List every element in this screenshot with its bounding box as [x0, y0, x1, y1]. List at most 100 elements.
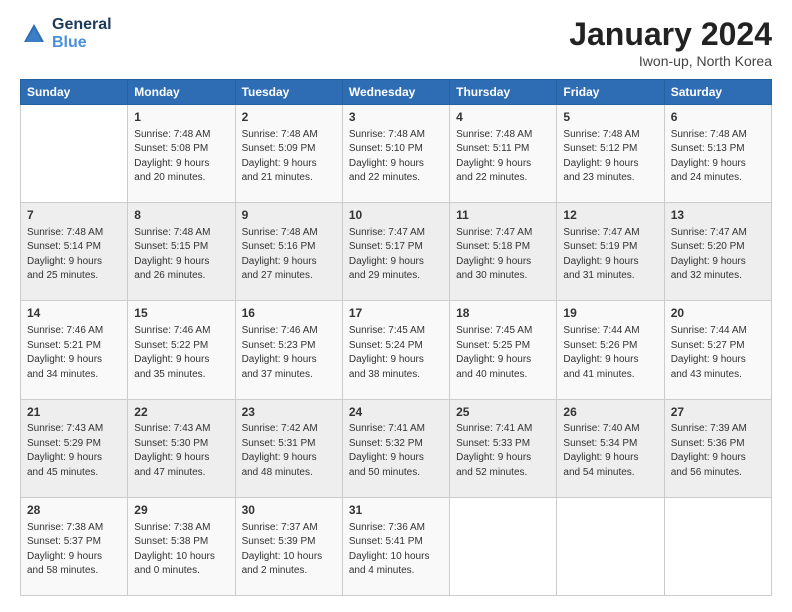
- day-number: 5: [563, 109, 657, 126]
- day-info: Sunrise: 7:41 AMSunset: 5:32 PMDaylight:…: [349, 422, 443, 480]
- calendar-day-cell: [557, 497, 664, 595]
- calendar-week-row: 28 Sunrise: 7:38 AMSunset: 5:37 PMDayligh…: [21, 497, 772, 595]
- calendar-day-cell: 26Sunrise: 7:40 AMSunset: 5:34 PMDayligh…: [557, 399, 664, 497]
- calendar-day-cell: 21Sunrise: 7:43 AMSunset: 5:29 PMDayligh…: [21, 399, 128, 497]
- calendar-day-cell: 29 Sunrise: 7:38 AMSunset: 5:38 PMDayligh…: [128, 497, 235, 595]
- day-info: Sunrise: 7:45 AMSunset: 5:24 PMDaylight:…: [349, 324, 443, 382]
- calendar-week-row: 14 Sunrise: 7:46 AMSunset: 5:21 PMDayligh…: [21, 301, 772, 399]
- calendar-day-cell: 13 Sunrise: 7:47 AMSunset: 5:20 PMDayligh…: [664, 203, 771, 301]
- calendar-day-cell: 22Sunrise: 7:43 AMSunset: 5:30 PMDayligh…: [128, 399, 235, 497]
- day-info: Sunrise: 7:48 AMSunset: 5:10 PMDaylight:…: [349, 128, 443, 186]
- day-info: Sunrise: 7:47 AMSunset: 5:19 PMDaylight:…: [563, 226, 657, 284]
- month-title: January 2024: [569, 16, 772, 53]
- logo-icon: [20, 20, 48, 48]
- calendar-day-cell: 2Sunrise: 7:48 AMSunset: 5:09 PMDaylight…: [235, 105, 342, 203]
- day-number: 22: [134, 404, 228, 421]
- day-info: Sunrise: 7:42 AMSunset: 5:31 PMDaylight:…: [242, 422, 336, 480]
- day-number: 20: [671, 305, 765, 322]
- calendar-week-row: 21Sunrise: 7:43 AMSunset: 5:29 PMDayligh…: [21, 399, 772, 497]
- location: Iwon-up, North Korea: [569, 53, 772, 69]
- calendar-day-cell: 10 Sunrise: 7:47 AMSunset: 5:17 PMDayligh…: [342, 203, 449, 301]
- header-tuesday: Tuesday: [235, 80, 342, 105]
- day-info: Sunrise: 7:44 AMSunset: 5:26 PMDaylight:…: [563, 324, 657, 382]
- day-info: Sunrise: 7:47 AMSunset: 5:20 PMDaylight:…: [671, 226, 765, 284]
- day-number: 19: [563, 305, 657, 322]
- title-block: January 2024 Iwon-up, North Korea: [569, 16, 772, 69]
- day-info: Sunrise: 7:36 AMSunset: 5:41 PMDaylight:…: [349, 521, 443, 579]
- day-number: 18: [456, 305, 550, 322]
- calendar-week-row: 1Sunrise: 7:48 AMSunset: 5:08 PMDaylight…: [21, 105, 772, 203]
- day-number: 23: [242, 404, 336, 421]
- day-info: Sunrise: 7:48 AMSunset: 5:13 PMDaylight:…: [671, 128, 765, 186]
- calendar-day-cell: 17 Sunrise: 7:45 AMSunset: 5:24 PMDayligh…: [342, 301, 449, 399]
- day-number: 13: [671, 207, 765, 224]
- day-info: Sunrise: 7:37 AMSunset: 5:39 PMDaylight:…: [242, 521, 336, 579]
- calendar-day-cell: 7 Sunrise: 7:48 AMSunset: 5:14 PMDaylight…: [21, 203, 128, 301]
- day-number: 14: [27, 305, 121, 322]
- day-number: 15: [134, 305, 228, 322]
- day-number: 11: [456, 207, 550, 224]
- calendar-day-cell: 5 Sunrise: 7:48 AMSunset: 5:12 PMDaylight…: [557, 105, 664, 203]
- calendar-day-cell: 28 Sunrise: 7:38 AMSunset: 5:37 PMDayligh…: [21, 497, 128, 595]
- day-number: 31: [349, 502, 443, 519]
- calendar-day-cell: 25Sunrise: 7:41 AMSunset: 5:33 PMDayligh…: [450, 399, 557, 497]
- day-info: Sunrise: 7:38 AMSunset: 5:37 PMDaylight:…: [27, 521, 121, 579]
- day-number: 17: [349, 305, 443, 322]
- calendar-day-cell: 31 Sunrise: 7:36 AMSunset: 5:41 PMDayligh…: [342, 497, 449, 595]
- calendar-day-cell: 8Sunrise: 7:48 AMSunset: 5:15 PMDaylight…: [128, 203, 235, 301]
- day-info: Sunrise: 7:48 AMSunset: 5:12 PMDaylight:…: [563, 128, 657, 186]
- header-sunday: Sunday: [21, 80, 128, 105]
- day-number: 7: [27, 207, 121, 224]
- calendar-week-row: 7 Sunrise: 7:48 AMSunset: 5:14 PMDaylight…: [21, 203, 772, 301]
- calendar-table: Sunday Monday Tuesday Wednesday Thursday…: [20, 79, 772, 596]
- day-info: Sunrise: 7:47 AMSunset: 5:17 PMDaylight:…: [349, 226, 443, 284]
- day-info: Sunrise: 7:48 AMSunset: 5:14 PMDaylight:…: [27, 226, 121, 284]
- day-info: Sunrise: 7:48 AMSunset: 5:16 PMDaylight:…: [242, 226, 336, 284]
- day-info: Sunrise: 7:38 AMSunset: 5:38 PMDaylight:…: [134, 521, 228, 579]
- day-number: 3: [349, 109, 443, 126]
- day-info: Sunrise: 7:48 AMSunset: 5:11 PMDaylight:…: [456, 128, 550, 186]
- calendar-day-cell: 16 Sunrise: 7:46 AMSunset: 5:23 PMDayligh…: [235, 301, 342, 399]
- header-thursday: Thursday: [450, 80, 557, 105]
- day-number: 25: [456, 404, 550, 421]
- day-number: 10: [349, 207, 443, 224]
- day-info: Sunrise: 7:39 AMSunset: 5:36 PMDaylight:…: [671, 422, 765, 480]
- day-info: Sunrise: 7:44 AMSunset: 5:27 PMDaylight:…: [671, 324, 765, 382]
- calendar-day-cell: 11Sunrise: 7:47 AMSunset: 5:18 PMDayligh…: [450, 203, 557, 301]
- day-info: Sunrise: 7:46 AMSunset: 5:23 PMDaylight:…: [242, 324, 336, 382]
- day-info: Sunrise: 7:46 AMSunset: 5:21 PMDaylight:…: [27, 324, 121, 382]
- calendar-day-cell: [21, 105, 128, 203]
- day-number: 6: [671, 109, 765, 126]
- header-wednesday: Wednesday: [342, 80, 449, 105]
- day-info: Sunrise: 7:43 AMSunset: 5:30 PMDaylight:…: [134, 422, 228, 480]
- calendar-day-cell: 30 Sunrise: 7:37 AMSunset: 5:39 PMDayligh…: [235, 497, 342, 595]
- calendar-day-cell: 15 Sunrise: 7:46 AMSunset: 5:22 PMDayligh…: [128, 301, 235, 399]
- day-number: 24: [349, 404, 443, 421]
- day-info: Sunrise: 7:45 AMSunset: 5:25 PMDaylight:…: [456, 324, 550, 382]
- calendar-day-cell: 12 Sunrise: 7:47 AMSunset: 5:19 PMDayligh…: [557, 203, 664, 301]
- logo-text: General Blue: [52, 16, 112, 52]
- calendar-day-cell: 20 Sunrise: 7:44 AMSunset: 5:27 PMDayligh…: [664, 301, 771, 399]
- day-number: 16: [242, 305, 336, 322]
- header-friday: Friday: [557, 80, 664, 105]
- header-saturday: Saturday: [664, 80, 771, 105]
- day-number: 4: [456, 109, 550, 126]
- day-info: Sunrise: 7:46 AMSunset: 5:22 PMDaylight:…: [134, 324, 228, 382]
- day-number: 30: [242, 502, 336, 519]
- day-number: 26: [563, 404, 657, 421]
- day-number: 27: [671, 404, 765, 421]
- calendar-day-cell: 14 Sunrise: 7:46 AMSunset: 5:21 PMDayligh…: [21, 301, 128, 399]
- logo: General Blue: [20, 16, 112, 52]
- calendar-day-cell: 27Sunrise: 7:39 AMSunset: 5:36 PMDayligh…: [664, 399, 771, 497]
- calendar-day-cell: 19 Sunrise: 7:44 AMSunset: 5:26 PMDayligh…: [557, 301, 664, 399]
- calendar-day-cell: 1Sunrise: 7:48 AMSunset: 5:08 PMDaylight…: [128, 105, 235, 203]
- day-number: 12: [563, 207, 657, 224]
- header-monday: Monday: [128, 80, 235, 105]
- header: General Blue January 2024 Iwon-up, North…: [20, 16, 772, 69]
- day-number: 28: [27, 502, 121, 519]
- calendar-day-cell: 23Sunrise: 7:42 AMSunset: 5:31 PMDayligh…: [235, 399, 342, 497]
- calendar-day-cell: 9Sunrise: 7:48 AMSunset: 5:16 PMDaylight…: [235, 203, 342, 301]
- calendar-day-cell: 18 Sunrise: 7:45 AMSunset: 5:25 PMDayligh…: [450, 301, 557, 399]
- calendar-day-cell: 4 Sunrise: 7:48 AMSunset: 5:11 PMDaylight…: [450, 105, 557, 203]
- day-number: 29: [134, 502, 228, 519]
